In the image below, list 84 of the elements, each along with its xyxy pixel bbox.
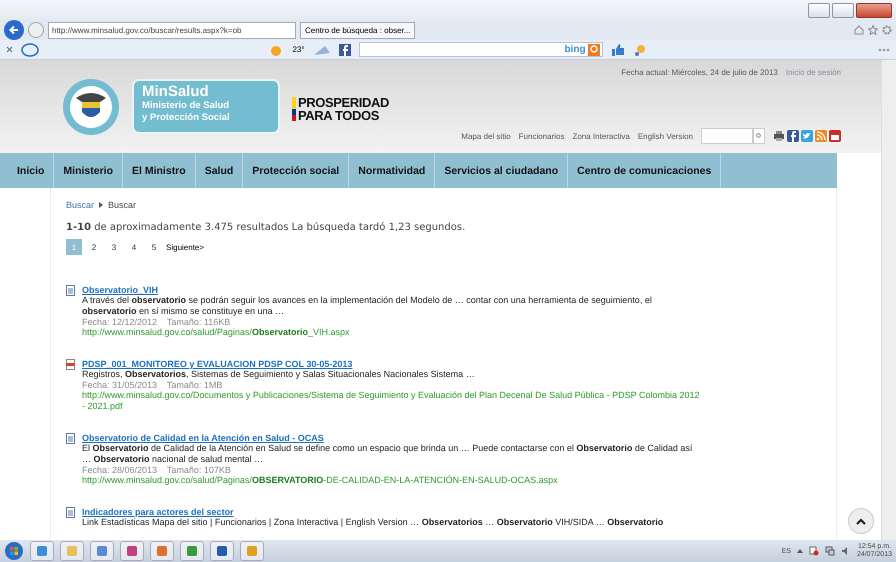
nav-item[interactable]: El Ministro bbox=[123, 153, 196, 188]
result-snippet: A través del observatorio se podrán seguir los avances en la implementación del Modelo de … contar con una herramienta de seguimiento, el observatorio en sí mismo se constituye en una … bbox=[82, 295, 653, 317]
breadcrumb-link[interactable]: Buscar bbox=[66, 200, 94, 210]
taskbar-app-icon[interactable] bbox=[180, 541, 204, 561]
taskbar-app-icon[interactable] bbox=[150, 541, 174, 561]
printer-icon[interactable] bbox=[773, 130, 785, 142]
nav-item[interactable]: Ministerio bbox=[54, 153, 124, 188]
result-title-link[interactable]: PDSP_001_MONITOREO y EVALUACION PDSP COL 30-05-2013 bbox=[82, 359, 702, 369]
star-icon[interactable] bbox=[868, 25, 878, 35]
minimize-button[interactable] bbox=[808, 2, 830, 18]
slogan-text: PARA TODOS bbox=[298, 108, 380, 122]
taskbar-app-icon[interactable] bbox=[30, 541, 54, 561]
slogan-text: PROSPERIDAD bbox=[298, 96, 389, 109]
result-title-link[interactable]: Observatorio_VIH bbox=[82, 285, 702, 295]
nav-item[interactable]: Normatividad bbox=[349, 153, 436, 188]
header-link[interactable]: Zona Interactiva bbox=[572, 132, 630, 141]
result-meta: Fecha: 12/12/2012 Tamaño: 116KB bbox=[82, 317, 232, 327]
settings-icon[interactable] bbox=[882, 25, 892, 35]
nav-item[interactable]: Centro de comunicaciones bbox=[568, 153, 722, 188]
search-button[interactable] bbox=[753, 128, 765, 144]
more-icon[interactable] bbox=[878, 48, 890, 52]
document-icon bbox=[66, 359, 75, 370]
header-link[interactable]: Funcionarios bbox=[518, 132, 564, 141]
search-icon bbox=[756, 133, 762, 140]
next-link[interactable]: Siguiente> bbox=[166, 242, 204, 252]
header-link[interactable]: Mapa del sitio bbox=[461, 132, 511, 141]
thumbs-up-icon[interactable] bbox=[610, 42, 625, 56]
taskbar-app-icon[interactable] bbox=[90, 541, 114, 561]
page-link[interactable]: 3 bbox=[106, 239, 122, 255]
facebook-icon[interactable] bbox=[787, 130, 799, 142]
site-search-field[interactable] bbox=[701, 128, 753, 144]
chevron-icon bbox=[99, 202, 104, 208]
facebook-icon[interactable] bbox=[338, 44, 351, 56]
result-meta: Fecha: 28/06/2013 Tamaño: 107KB bbox=[82, 465, 232, 475]
close-button[interactable] bbox=[856, 2, 892, 18]
nav-item[interactable]: Inicio bbox=[8, 153, 54, 188]
close-icon[interactable] bbox=[6, 46, 13, 53]
seal-icon bbox=[62, 78, 120, 136]
scrollbar[interactable] bbox=[881, 60, 896, 540]
back-button[interactable] bbox=[4, 20, 24, 40]
network-icon[interactable] bbox=[824, 546, 835, 556]
arrow-left-icon bbox=[8, 24, 20, 36]
taskbar-app-icon[interactable] bbox=[120, 541, 144, 561]
result-url: http://www.minsalud.gov.co/salud/Paginas/Observatorio_VIH.aspx bbox=[82, 327, 350, 338]
rss-icon[interactable] bbox=[815, 130, 827, 142]
search-icon[interactable] bbox=[588, 44, 600, 56]
results-summary: 1-10 de aproximadamente 3.475 resultados La búsqueda tardó 1,23 segundos. bbox=[66, 222, 466, 233]
page-icon bbox=[66, 433, 75, 444]
search-logo: bing bbox=[564, 44, 586, 55]
page-link[interactable]: 4 bbox=[126, 239, 142, 255]
result-url: http://www.minsalud.gov.co/salud/Paginas/OBSERVATORIO-DE-CALIDAD-EN-LA-ATENCIÓN-EN-SALUD-OCAS.aspx bbox=[82, 475, 559, 486]
address-field[interactable]: http://www.minsalud.gov.co/buscar/results.aspx?k=ob bbox=[48, 22, 296, 38]
chevron-up-icon bbox=[856, 518, 866, 524]
page-link[interactable]: 5 bbox=[146, 239, 162, 255]
brand-subtitle: Ministerio de Salud bbox=[142, 100, 230, 112]
caret-icon[interactable] bbox=[796, 549, 803, 553]
forward-button[interactable] bbox=[28, 22, 44, 38]
home-icon[interactable] bbox=[854, 25, 864, 35]
oval-logo-icon[interactable] bbox=[21, 42, 39, 56]
bird-icon[interactable] bbox=[801, 130, 813, 142]
nav-item[interactable]: Servicios al ciudadano bbox=[435, 153, 568, 188]
current-date: Fecha actual: Miércoles, 24 de julio de 2013 bbox=[621, 68, 778, 77]
result-title-link[interactable]: Indicadores para actores del sector bbox=[82, 507, 664, 517]
brand-subtitle: y Protección Social bbox=[142, 112, 231, 124]
taskbar-app-icon[interactable] bbox=[210, 541, 234, 561]
temperature-label: 23° bbox=[292, 45, 305, 54]
result-title-link[interactable]: Observatorio de Calidad en la Atención en Salud - OCAS bbox=[82, 433, 702, 443]
start-button[interactable] bbox=[4, 541, 24, 561]
page-link[interactable]: 2 bbox=[86, 239, 102, 255]
page-icon bbox=[66, 507, 75, 518]
browser-tab[interactable]: Centro de búsqueda : obser... bbox=[300, 22, 416, 38]
result-snippet: El Observatorio de Calidad de la Atención en Salud se define como un espacio que brinda un … Puede contactarse con el Observatorio de Calidad así … Observatorio nacional de salud mental … bbox=[82, 443, 694, 465]
video-icon[interactable] bbox=[829, 130, 841, 142]
nav-item[interactable]: Protección social bbox=[243, 153, 350, 188]
header-link[interactable]: English Version bbox=[638, 132, 693, 141]
result-snippet: Link Estadísticas Mapa del sitio | Funcionarios | Zona Interactiva | English Version … Observatorios … Observatorio VIH/SIDA … Observatorio bbox=[82, 517, 664, 528]
result-url: http://www.minsalud.gov.co/Documentos y Publicaciones/Sistema de Seguimiento y Evaluación del Plan Decenal De Salud Pública - PDSP Colombia 2012 - 2021.pdf bbox=[82, 390, 700, 412]
nav-item[interactable]: Salud bbox=[196, 153, 244, 188]
page-icon bbox=[66, 285, 75, 296]
brand-name: MinSalud bbox=[142, 83, 210, 100]
maximize-button[interactable] bbox=[832, 2, 854, 18]
result-meta: Fecha: 31/05/2013 Tamaño: 1MB bbox=[82, 380, 224, 390]
breadcrumb-current: Buscar bbox=[108, 200, 136, 210]
result-snippet: Registros, Observatorios, Sistemas de Seguimiento y Salas Situacionales Nacionales Sistema … bbox=[82, 369, 476, 380]
